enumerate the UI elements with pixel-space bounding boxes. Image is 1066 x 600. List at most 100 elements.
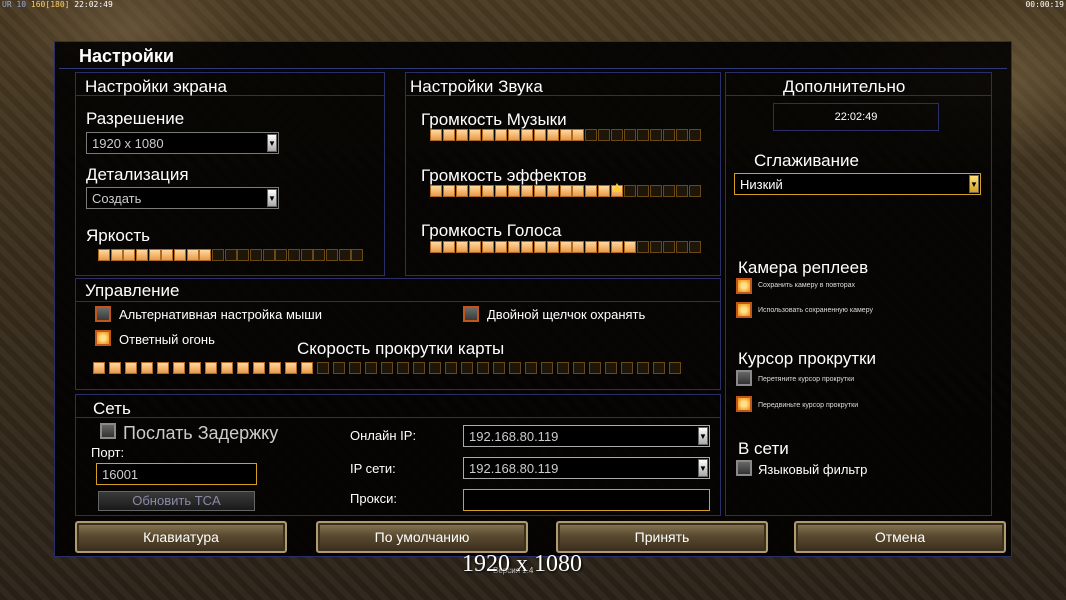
slider-segment[interactable]: [301, 362, 313, 374]
chevron-down-icon[interactable]: ▼: [267, 189, 277, 207]
slider-segment[interactable]: [442, 241, 455, 253]
slider-segment[interactable]: [520, 129, 533, 141]
slider-segment[interactable]: [572, 185, 585, 197]
slider-segment[interactable]: [430, 241, 442, 253]
slider-segment[interactable]: [557, 362, 569, 374]
slider-segment[interactable]: [663, 241, 676, 253]
keyboard-button[interactable]: Клавиатура: [75, 521, 287, 553]
slider-segment[interactable]: [494, 185, 507, 197]
slider-segment[interactable]: [541, 362, 553, 374]
slider-segment[interactable]: [275, 249, 288, 261]
slider-segment[interactable]: [365, 362, 377, 374]
slider-segment[interactable]: [381, 362, 393, 374]
detail-dropdown[interactable]: Создать ▼: [86, 187, 279, 209]
slider-segment[interactable]: [221, 362, 233, 374]
slider-segment[interactable]: [572, 129, 585, 141]
slider-segment[interactable]: [546, 129, 559, 141]
slider-segment[interactable]: [338, 249, 351, 261]
slider-segment[interactable]: [349, 362, 361, 374]
language-filter-checkbox[interactable]: [736, 460, 752, 476]
slider-segment[interactable]: [598, 129, 611, 141]
slider-segment[interactable]: [546, 241, 559, 253]
slider-segment[interactable]: [161, 249, 174, 261]
update-tca-button[interactable]: Обновить TCA: [98, 491, 255, 511]
slider-segment[interactable]: [520, 241, 533, 253]
slider-segment[interactable]: [650, 185, 663, 197]
slider-segment[interactable]: [653, 362, 665, 374]
slider-segment[interactable]: [455, 129, 468, 141]
slider-segment[interactable]: [148, 249, 161, 261]
slider-segment[interactable]: [481, 185, 494, 197]
slider-segment[interactable]: [186, 249, 199, 261]
return-fire-checkbox[interactable]: [95, 330, 111, 346]
slider-segment[interactable]: [442, 129, 455, 141]
chevron-down-icon[interactable]: ▼: [969, 175, 979, 193]
slider-segment[interactable]: [559, 241, 572, 253]
chevron-down-icon[interactable]: ▼: [267, 134, 277, 152]
slider-segment[interactable]: [109, 362, 121, 374]
slider-segment[interactable]: [520, 185, 533, 197]
slider-segment[interactable]: [141, 362, 153, 374]
slider-segment[interactable]: [461, 362, 473, 374]
slider-segment[interactable]: [157, 362, 169, 374]
slider-segment[interactable]: [689, 185, 702, 197]
slider-segment[interactable]: [224, 249, 237, 261]
cancel-button[interactable]: Отмена: [794, 521, 1006, 553]
slider-segment[interactable]: [493, 362, 505, 374]
slider-segment[interactable]: [559, 185, 572, 197]
slider-segment[interactable]: [624, 129, 637, 141]
slider-segment[interactable]: [637, 362, 649, 374]
slider-segment[interactable]: [173, 362, 185, 374]
slider-segment[interactable]: [589, 362, 601, 374]
scroll-speed-slider[interactable]: [93, 362, 685, 375]
slider-segment[interactable]: [477, 362, 489, 374]
slider-segment[interactable]: [621, 362, 633, 374]
slider-segment[interactable]: [123, 249, 136, 261]
slider-segment[interactable]: [533, 129, 546, 141]
slider-segment[interactable]: [125, 362, 137, 374]
slider-segment[interactable]: [507, 185, 520, 197]
slider-segment[interactable]: [468, 185, 481, 197]
send-delay-checkbox[interactable]: [100, 423, 116, 439]
proxy-input[interactable]: [463, 489, 710, 511]
slider-segment[interactable]: [333, 362, 345, 374]
slider-segment[interactable]: [313, 249, 326, 261]
chevron-down-icon[interactable]: ▼: [698, 459, 708, 477]
slider-segment[interactable]: [212, 249, 224, 261]
slider-segment[interactable]: [525, 362, 537, 374]
slider-segment[interactable]: [663, 185, 676, 197]
slider-segment[interactable]: [300, 249, 313, 261]
chevron-down-icon[interactable]: ▼: [698, 427, 708, 445]
slider-segment[interactable]: [637, 185, 650, 197]
slider-segment[interactable]: [585, 185, 598, 197]
slider-segment[interactable]: [429, 362, 441, 374]
slider-segment[interactable]: [663, 129, 676, 141]
double-click-guard-checkbox[interactable]: [463, 306, 479, 322]
slider-segment[interactable]: [269, 362, 281, 374]
use-saved-camera-checkbox[interactable]: [736, 302, 752, 318]
slider-segment[interactable]: [507, 241, 520, 253]
slider-segment[interactable]: [262, 249, 275, 261]
antialiasing-dropdown[interactable]: Низкий ▼: [734, 173, 981, 195]
slider-segment[interactable]: [507, 129, 520, 141]
slider-segment[interactable]: [174, 249, 186, 261]
slider-segment[interactable]: [624, 241, 637, 253]
accept-button[interactable]: Принять: [556, 521, 768, 553]
slider-segment[interactable]: [351, 249, 364, 261]
slider-segment[interactable]: [455, 185, 468, 197]
slider-segment[interactable]: [598, 185, 611, 197]
slider-segment[interactable]: [481, 241, 494, 253]
slider-segment[interactable]: [598, 241, 611, 253]
lan-ip-dropdown[interactable]: 192.168.80.119 ▼: [463, 457, 710, 479]
slider-segment[interactable]: [253, 362, 265, 374]
brightness-slider[interactable]: [98, 249, 364, 262]
slider-segment[interactable]: [605, 362, 617, 374]
port-input[interactable]: 16001: [96, 463, 257, 485]
slider-segment[interactable]: [93, 362, 105, 374]
resolution-dropdown[interactable]: 1920 x 1080 ▼: [86, 132, 279, 154]
slider-segment[interactable]: [611, 241, 624, 253]
slider-segment[interactable]: [110, 249, 123, 261]
slider-segment[interactable]: [326, 249, 338, 261]
slider-segment[interactable]: [494, 241, 507, 253]
slider-segment[interactable]: [689, 241, 702, 253]
